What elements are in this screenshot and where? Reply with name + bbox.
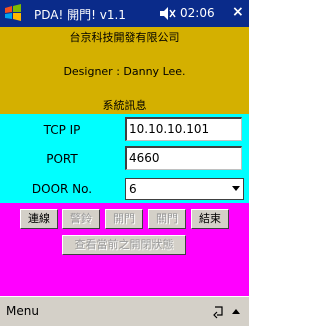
menu-button[interactable]: Menu [6, 304, 39, 318]
alarm-button[interactable]: 警鈴 [62, 209, 100, 229]
connect-button[interactable]: 連線 [20, 209, 58, 229]
clock[interactable]: 02:06 [180, 6, 215, 20]
connection-form: TCP IP 10.10.10.101 PORT 4660 DOOR No. 6 [0, 114, 249, 203]
input-panel-icon[interactable] [212, 303, 226, 319]
info-panel: 台京科技開發有限公司 Designer : Danny Lee. 系統訊息 [0, 27, 249, 114]
windows-flag-icon[interactable] [3, 3, 23, 23]
speaker-volume-icon[interactable] [159, 6, 177, 21]
door-label: DOOR No. [31, 182, 93, 196]
door-select[interactable]: 6 [125, 178, 244, 200]
title-bar: PDA! 開門! v1.1 02:06 × [0, 0, 249, 27]
chevron-up-icon[interactable] [232, 309, 240, 314]
tcp-ip-input[interactable]: 10.10.10.101 [125, 117, 242, 141]
action-panel: 連線 警鈴 開門 關門 結束 查看當前之開閉狀態 [0, 203, 249, 296]
window-title: PDA! 開門! v1.1 [34, 8, 126, 22]
section-title: 系統訊息 [102, 99, 147, 112]
company-name: 台京科技開發有限公司 [69, 31, 180, 44]
open-door-button[interactable]: 開門 [105, 209, 143, 229]
chevron-down-icon[interactable] [232, 186, 240, 191]
close-icon[interactable]: × [232, 4, 244, 20]
port-label: PORT [46, 152, 78, 166]
check-status-button[interactable]: 查看當前之開閉狀態 [62, 235, 186, 255]
door-select-value: 6 [129, 182, 137, 196]
exit-button[interactable]: 結束 [191, 209, 229, 229]
port-input[interactable]: 4660 [125, 146, 242, 170]
menu-bar: Menu [0, 296, 249, 326]
close-door-button[interactable]: 關門 [148, 209, 186, 229]
tcp-ip-label: TCP IP [43, 123, 81, 137]
designer-credit: Designer : Danny Lee. [63, 65, 186, 78]
